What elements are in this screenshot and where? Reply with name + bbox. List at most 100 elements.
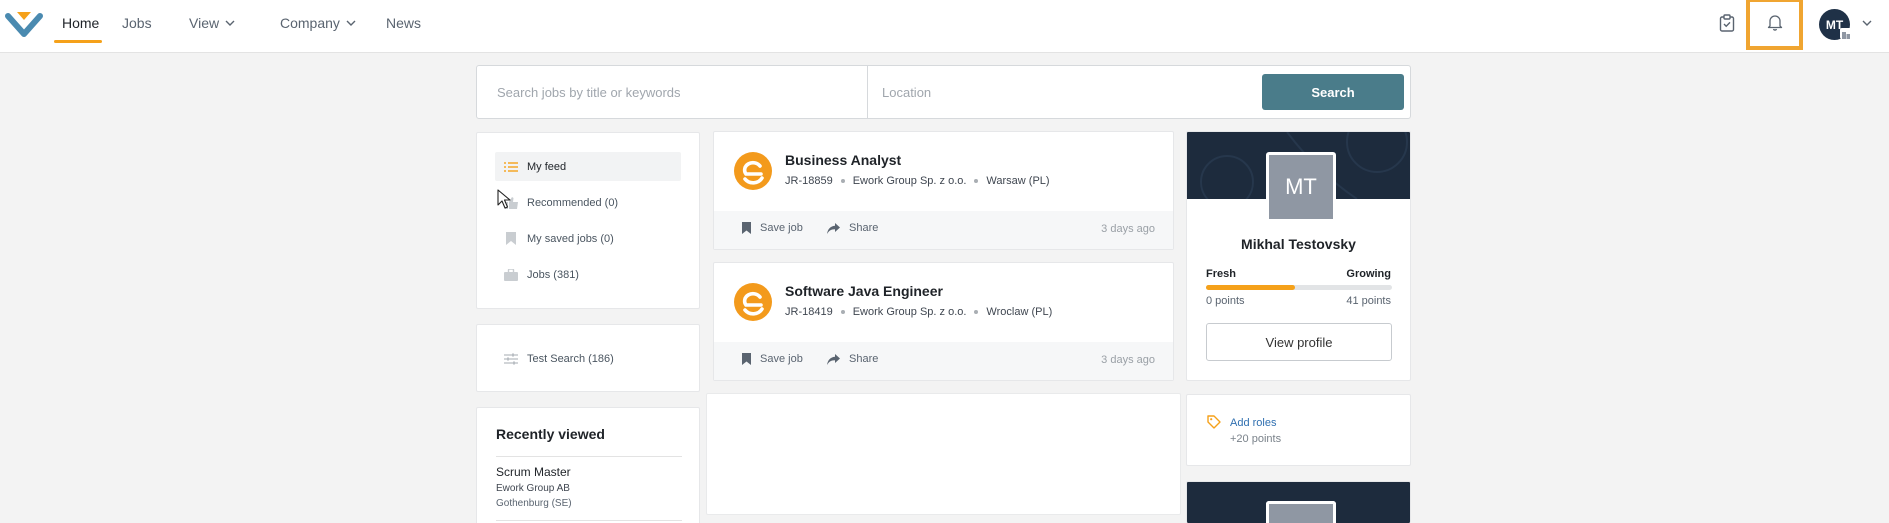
recent-job-title: Scrum Master <box>496 465 571 479</box>
share-label: Share <box>849 222 879 234</box>
view-profile-label: View profile <box>1265 334 1333 350</box>
profile-initials: MT <box>1285 174 1317 199</box>
profile-avatar[interactable]: MT <box>1266 152 1336 222</box>
job-id: JR-18859 <box>785 175 833 187</box>
job-title[interactable]: Business Analyst <box>785 152 901 168</box>
recently-viewed-card: Recently viewed Scrum Master Ework Group… <box>476 407 700 523</box>
company-badge-icon <box>1840 28 1852 39</box>
sidebar-item-label: My feed <box>527 160 567 173</box>
nav-company-label: Company <box>280 15 340 31</box>
sidebar-item-saved-jobs[interactable]: My saved jobs (0) <box>495 224 681 253</box>
nav-view-label: View <box>189 15 220 31</box>
job-company: Ework Group Sp. z o.o. <box>852 306 967 318</box>
bookmark-icon <box>504 232 518 246</box>
clipboard-check-icon <box>1719 14 1735 32</box>
recent-job-company: Ework Group AB <box>496 483 570 494</box>
level-progress-fill <box>1206 285 1296 290</box>
nav-jobs[interactable]: Jobs <box>122 15 152 31</box>
nav-view[interactable]: View <box>189 15 235 31</box>
save-job-label: Save job <box>760 353 803 365</box>
share-button[interactable]: Share <box>827 353 878 365</box>
saved-search-label: Test Search (186) <box>527 352 614 365</box>
saved-search-item[interactable]: Test Search (186) <box>495 344 681 373</box>
job-id: JR-18419 <box>785 306 833 318</box>
add-roles-link[interactable]: Add roles <box>1230 417 1276 429</box>
sidebar-item-recommended[interactable]: Recommended (0) <box>495 188 681 217</box>
save-job-button[interactable]: Save job <box>742 222 803 234</box>
job-meta: JR-18859 Ework Group Sp. z o.o. Warsaw (… <box>785 175 1050 187</box>
points-next: 41 points <box>1346 295 1391 307</box>
chevron-down-icon[interactable] <box>1862 18 1872 28</box>
active-tab-indicator <box>54 40 102 43</box>
company-logo-icon <box>734 152 772 190</box>
notifications-button[interactable] <box>1746 0 1803 50</box>
share-label: Share <box>849 353 879 365</box>
job-company: Ework Group Sp. z o.o. <box>852 175 967 187</box>
keywords-input[interactable] <box>477 66 867 118</box>
job-card-footer: Save job Share 3 days ago <box>714 211 1173 249</box>
nav-jobs-label: Jobs <box>122 15 152 31</box>
divider <box>496 456 682 457</box>
location-input[interactable] <box>868 66 1248 118</box>
job-card[interactable]: Software Java Engineer JR-18419 Ework Gr… <box>713 262 1174 381</box>
profile-name: Mikhal Testovsky <box>1241 236 1356 252</box>
posted-time: 3 days ago <box>1101 354 1155 366</box>
clipboard-button[interactable] <box>1717 12 1737 34</box>
share-arrow-icon <box>827 353 840 365</box>
share-button[interactable]: Share <box>827 222 878 234</box>
job-card[interactable]: Business Analyst JR-18859 Ework Group Sp… <box>713 131 1174 250</box>
profile-card: MT Mikhal Testovsky Fresh Growing 0 poin… <box>1186 131 1411 381</box>
recently-viewed-item[interactable]: Scrum Master Ework Group AB Gothenburg (… <box>496 465 572 509</box>
top-navigation-bar: Home Jobs View Company News MT <box>0 0 1889 53</box>
separator-dot <box>974 310 979 314</box>
saved-search-card: Test Search (186) <box>476 324 700 392</box>
recent-job-location: Gothenburg (SE) <box>496 498 572 509</box>
filter-sliders-icon <box>504 352 518 366</box>
bookmark-icon <box>742 222 751 234</box>
job-card-footer: Save job Share 3 days ago <box>714 342 1173 380</box>
chevron-down-icon <box>346 20 356 26</box>
app-logo[interactable] <box>4 6 44 40</box>
mouse-pointer-icon <box>497 189 511 209</box>
nav-news[interactable]: News <box>386 15 421 31</box>
search-button-label: Search <box>1311 84 1355 100</box>
job-location: Warsaw (PL) <box>986 175 1050 187</box>
save-job-label: Save job <box>760 222 803 234</box>
level-next: Growing <box>1346 268 1391 280</box>
company-logo-icon <box>734 283 772 321</box>
separator-dot <box>974 179 979 183</box>
nav-home-label: Home <box>62 15 100 31</box>
sidebar-item-label: My saved jobs (0) <box>527 232 614 245</box>
job-meta: JR-18419 Ework Group Sp. z o.o. Wroclaw … <box>785 306 1052 318</box>
level-current: Fresh <box>1206 268 1236 280</box>
job-location: Wroclaw (PL) <box>986 306 1053 318</box>
points-current: 0 points <box>1206 295 1245 307</box>
view-profile-button[interactable]: View profile <box>1206 323 1392 361</box>
recently-viewed-title: Recently viewed <box>496 426 605 442</box>
sidebar-item-jobs[interactable]: Jobs (381) <box>495 260 681 289</box>
share-arrow-icon <box>827 222 840 234</box>
job-search-bar: Search <box>476 65 1411 119</box>
profile-avatar <box>1266 501 1336 523</box>
secondary-profile-card <box>1186 481 1411 523</box>
sidebar-item-my-feed[interactable]: My feed <box>495 152 681 181</box>
separator-dot <box>840 179 845 183</box>
add-roles-card: Add roles +20 points <box>1186 394 1411 466</box>
sidebar-item-label: Recommended (0) <box>527 196 619 209</box>
add-roles-points: +20 points <box>1230 433 1282 445</box>
search-button[interactable]: Search <box>1262 74 1404 110</box>
chevron-down-icon <box>225 20 235 26</box>
divider <box>496 520 682 521</box>
feed-loading-panel <box>706 393 1181 515</box>
posted-time: 3 days ago <box>1101 223 1155 235</box>
save-job-button[interactable]: Save job <box>742 353 803 365</box>
nav-company[interactable]: Company <box>280 15 356 31</box>
nav-home[interactable]: Home <box>62 15 99 31</box>
bookmark-icon <box>742 353 751 365</box>
briefcase-icon <box>504 268 518 282</box>
sidebar-item-label: Jobs (381) <box>527 268 579 281</box>
job-title[interactable]: Software Java Engineer <box>785 283 943 299</box>
level-progress-bar <box>1206 285 1392 290</box>
list-icon <box>504 160 518 174</box>
feed-menu-card: My feed Recommended (0) My saved jobs (0… <box>476 132 700 309</box>
